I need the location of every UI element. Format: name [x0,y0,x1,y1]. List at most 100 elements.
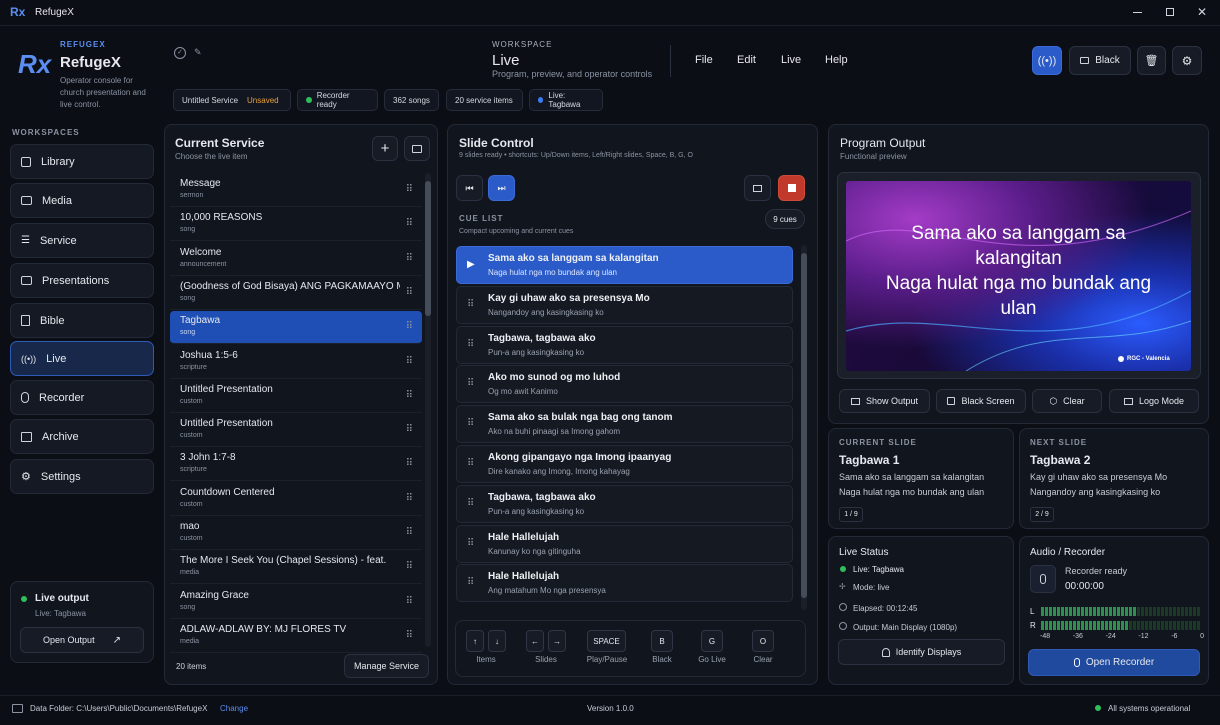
drag-handle-icon[interactable]: ⠿ [467,498,474,509]
current-service-subtitle: Choose the live item [175,152,248,161]
scrollbar-thumb[interactable] [425,181,431,316]
previous-slide-button[interactable]: ⏮ [456,175,483,201]
meter-segment [1197,607,1200,616]
open-recorder-button[interactable]: Open Recorder [1028,649,1200,676]
sidebar-item-presentations[interactable]: Presentations [10,263,154,298]
drag-handle-icon[interactable]: ⠿ [406,630,413,641]
system-status-dot [1095,705,1101,711]
drag-handle-icon[interactable]: ⠿ [406,390,413,401]
service-item[interactable]: 3 John 1:7-8 scripture ⠿ [170,448,422,482]
identify-displays-button[interactable]: Identify Displays [838,639,1005,665]
change-folder-link[interactable]: Change [220,704,248,713]
settings-button[interactable]: ⚙ [1172,46,1202,75]
meter-segment [1045,621,1048,630]
menu-file[interactable]: File [695,54,713,66]
logo-mode-button[interactable]: Logo Mode [1109,389,1199,413]
cue-item[interactable]: ⠿ Tagbawa, tagbawa ako Pun-a ang kasingkas… [456,484,793,523]
drag-handle-icon[interactable]: ⠿ [467,458,474,469]
drag-handle-icon[interactable]: ⠿ [406,561,413,572]
check-circle-icon[interactable]: ✓ [174,47,186,59]
service-item[interactable]: The More I Seek You (Chapel Sessions) - … [170,551,422,585]
drag-handle-icon[interactable]: ⠿ [406,356,413,367]
drag-handle-icon[interactable]: ⠿ [406,424,413,435]
drag-handle-icon[interactable]: ⠿ [406,527,413,538]
maximize-icon[interactable] [1166,8,1174,16]
service-item[interactable]: 10,000 REASONS song ⠿ [170,208,422,242]
meter-segment [1185,621,1188,630]
sidebar-item-bible[interactable]: Bible [10,303,154,338]
cue-item[interactable]: ⠿ Hale Hallelujah Kanunay ko nga gitinguha [456,524,793,563]
drag-handle-icon[interactable]: ⠿ [406,287,413,298]
go-live-button[interactable]: ((•)) [1032,46,1062,75]
slide-view-button[interactable] [744,175,771,201]
black-button[interactable]: Black [1069,46,1131,75]
cue-scrollbar[interactable] [801,245,807,610]
gear-icon: ⚙ [1181,53,1193,68]
open-output-button[interactable]: Open Output ↗ [20,627,144,653]
drag-handle-icon[interactable]: ⠿ [467,577,474,588]
drag-handle-icon[interactable]: ⠿ [467,378,474,389]
sidebar-item-library[interactable]: Library [10,144,154,179]
drag-handle-icon[interactable]: ⠿ [467,339,474,350]
cue-subtitle: Dire kanako ang Imong, Imong kahayag [488,467,630,476]
open-folder-button[interactable] [404,136,430,161]
clear-button[interactable]: ⬡ Clear [1032,389,1102,413]
service-item[interactable]: ADLAW-ADLAW BY: MJ FLORES TV media ⠿ [170,620,422,653]
cue-item[interactable]: ▶ Sama ako sa langgam sa kalangitan Naga h… [456,246,793,284]
minimize-icon[interactable] [1133,12,1142,13]
service-item[interactable]: Amazing Grace song ⠿ [170,586,422,619]
service-item[interactable]: Untitled Presentation custom ⠿ [170,414,422,448]
drag-handle-icon[interactable]: ⠿ [406,458,413,469]
drag-handle-icon[interactable]: ⠿ [467,418,474,429]
drag-handle-icon[interactable]: ⠿ [406,253,413,264]
service-item[interactable]: Welcome announcement ⠿ [170,243,422,276]
drag-handle-icon[interactable]: ⠿ [467,299,474,310]
show-output-label: Show Output [865,396,919,406]
drag-handle-icon[interactable]: ⠿ [406,321,413,332]
service-item[interactable]: Untitled Presentation custom ⠿ [170,380,422,413]
menu-edit[interactable]: Edit [737,54,756,66]
cue-item[interactable]: ⠿ Kay gi uhaw ako sa presensya Mo Nangando… [456,285,793,324]
pin-icon[interactable]: ✎ [194,47,202,58]
shortcut-black: Black [652,655,672,664]
sidebar-item-live[interactable]: ((•)) Live [10,341,154,376]
drag-handle-icon[interactable]: ⠿ [406,218,413,229]
manage-service-button[interactable]: Manage Service [344,654,429,678]
cue-item[interactable]: ⠿ Sama ako sa bulak nga bag ong tanom Ako … [456,405,793,444]
menu-help[interactable]: Help [825,54,848,66]
sidebar-item-settings[interactable]: ⚙ Settings [10,459,154,494]
sidebar-item-media[interactable]: Media [10,183,154,218]
service-scrollbar[interactable] [425,173,431,647]
sidebar-item-recorder[interactable]: Recorder [10,380,154,415]
drag-handle-icon[interactable]: ⠿ [406,493,413,504]
cue-item[interactable]: ⠿ Tagbawa, tagbawa ako Pun-a ang kasingkas… [456,325,793,364]
service-item[interactable]: Joshua 1:5-6 scripture ⠿ [170,346,422,379]
cue-item[interactable]: ⠿ Hale Hallelujah Ang matahum Mo nga prese… [456,564,793,603]
version-label: Version 1.0.0 [587,704,634,713]
next-slide-button[interactable]: ⏭ [488,175,515,201]
show-output-button[interactable]: Show Output [839,389,930,413]
service-item[interactable]: Message sermon ⠿ [170,174,422,207]
meter-scale: -48 -36 -24 -12 -6 0 [1040,633,1204,640]
cue-item[interactable]: ⠿ Ako mo sunod og mo luhod Og mo awit Kani… [456,365,793,404]
scrollbar-thumb[interactable] [801,253,807,598]
menu-live[interactable]: Live [781,54,801,66]
drag-handle-icon[interactable]: ⠿ [406,596,413,607]
sidebar-item-archive[interactable]: Archive [10,419,154,454]
service-item[interactable]: Tagbawa song ⠿ [170,311,422,345]
black-screen-button[interactable]: Black Screen [936,389,1026,413]
drag-handle-icon[interactable]: ⠿ [467,538,474,549]
key-down: ↓ [488,630,506,652]
service-item[interactable]: mao custom ⠿ [170,517,422,550]
service-item[interactable]: Countdown Centered custom ⠿ [170,483,422,516]
cue-item[interactable]: ⠿ Akong gipangayo nga Imong ipaanyag Dire … [456,445,793,483]
service-item-title: Untitled Presentation [180,418,273,430]
delete-button[interactable]: 🗑 [1137,46,1166,75]
cue-title: Kay gi uhaw ako sa presensya Mo [488,292,650,304]
add-item-button[interactable]: + [372,136,398,161]
drag-handle-icon[interactable]: ⠿ [406,184,413,195]
stop-button[interactable] [778,175,805,201]
sidebar-item-service[interactable]: ☰ Service [10,223,154,258]
service-item[interactable]: (Goodness of God Bisaya) ANG PAGKAMAAYO … [170,277,422,310]
close-icon[interactable]: ✕ [1197,5,1207,19]
